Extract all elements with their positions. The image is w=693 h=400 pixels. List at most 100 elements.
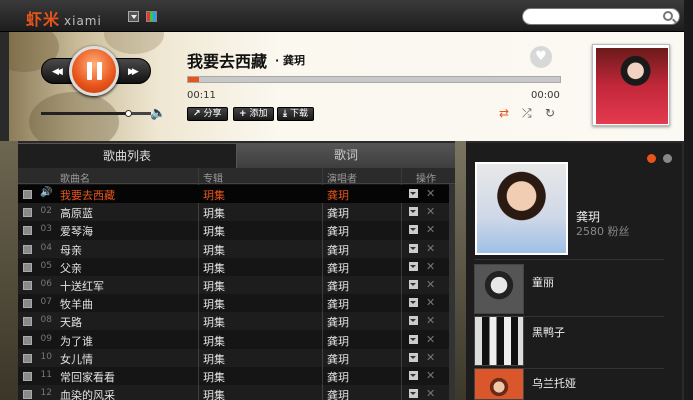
row-checkbox[interactable] <box>23 244 32 254</box>
page-dot[interactable] <box>663 154 672 163</box>
song-name[interactable]: 血染的风采 <box>60 387 115 400</box>
table-row[interactable]: 06 十送红军 玥集 龚玥 ✕ <box>18 276 455 294</box>
row-menu-icon[interactable] <box>409 225 418 235</box>
table-row[interactable]: 10 女儿情 玥集 龚玥 ✕ <box>18 349 455 367</box>
album-cover[interactable] <box>592 44 670 126</box>
search-input[interactable] <box>522 8 680 25</box>
song-album[interactable]: 玥集 <box>203 278 225 294</box>
row-checkbox[interactable] <box>23 335 32 345</box>
song-artist[interactable]: 龚玥 <box>327 296 349 312</box>
song-name[interactable]: 高原蓝 <box>60 205 93 221</box>
remove-icon[interactable]: ✕ <box>426 242 435 255</box>
volume-icon[interactable]: 🔈 <box>150 106 166 121</box>
song-artist[interactable]: 龚玥 <box>327 333 349 349</box>
page-dot-active[interactable] <box>647 154 656 163</box>
search-icon[interactable] <box>663 11 673 21</box>
similar-artist-name[interactable]: 乌兰托娅 <box>532 375 576 391</box>
remove-icon[interactable]: ✕ <box>426 333 435 346</box>
row-checkbox[interactable] <box>23 390 32 400</box>
remove-icon[interactable]: ✕ <box>426 187 435 200</box>
xiami-logo[interactable]: 虾米 xiami <box>26 6 102 30</box>
menu-dropdown-icon[interactable] <box>128 11 139 22</box>
row-menu-icon[interactable] <box>409 371 418 380</box>
single-loop-icon[interactable]: ↻ <box>545 106 555 120</box>
song-artist[interactable]: 龚玥 <box>327 260 349 276</box>
remove-icon[interactable]: ✕ <box>426 260 435 273</box>
song-name[interactable]: 女儿情 <box>60 351 93 367</box>
song-name[interactable]: 常回家看看 <box>60 369 115 385</box>
song-album[interactable]: 玥集 <box>203 205 225 221</box>
table-row[interactable]: 09 为了谁 玥集 龚玥 ✕ <box>18 331 455 349</box>
remove-icon[interactable]: ✕ <box>426 369 435 382</box>
row-menu-icon[interactable] <box>409 280 418 289</box>
heart-icon[interactable]: ♥ <box>530 46 552 68</box>
share-button[interactable]: ↗ 分享 <box>187 107 228 121</box>
col-artist[interactable]: 演唱者 <box>327 170 357 185</box>
row-menu-icon[interactable] <box>409 389 418 399</box>
similar-artist-photo[interactable] <box>474 368 524 400</box>
table-row[interactable]: 04 母亲 玥集 龚玥 ✕ <box>18 240 455 258</box>
song-album[interactable]: 玥集 <box>203 387 225 400</box>
col-album[interactable]: 专辑 <box>203 170 223 185</box>
song-album[interactable]: 玥集 <box>203 296 225 312</box>
remove-icon[interactable]: ✕ <box>426 223 435 236</box>
pause-button[interactable] <box>69 46 119 96</box>
song-album[interactable]: 玥集 <box>203 223 225 239</box>
table-row[interactable]: 12 血染的风采 玥集 龚玥 ✕ <box>18 385 455 400</box>
volume-slider[interactable] <box>41 110 151 117</box>
table-row[interactable]: 02 高原蓝 玥集 龚玥 ✕ <box>18 203 455 221</box>
song-artist[interactable]: 龚玥 <box>327 351 349 367</box>
table-row[interactable]: 03 爱琴海 玥集 龚玥 ✕ <box>18 221 455 239</box>
table-row[interactable]: 07 牧羊曲 玥集 龚玥 ✕ <box>18 294 455 312</box>
row-menu-icon[interactable] <box>409 334 418 344</box>
table-row[interactable]: 05 父亲 玥集 龚玥 ✕ <box>18 258 455 276</box>
song-artist[interactable]: 龚玥 <box>327 369 349 385</box>
skin-palette-icon[interactable] <box>146 11 157 22</box>
row-menu-icon[interactable] <box>409 298 418 308</box>
similar-artist-name[interactable]: 童丽 <box>532 274 554 290</box>
row-checkbox[interactable] <box>23 281 32 290</box>
song-album[interactable]: 玥集 <box>203 351 225 367</box>
row-checkbox[interactable] <box>23 353 32 363</box>
song-album[interactable]: 玥集 <box>203 187 225 203</box>
col-name[interactable]: 歌曲名 <box>60 170 90 185</box>
table-row[interactable]: 🔊 我要去西藏 玥集 龚玥 ✕ <box>18 185 455 203</box>
remove-icon[interactable]: ✕ <box>426 296 435 309</box>
row-checkbox[interactable] <box>23 190 32 199</box>
remove-icon[interactable]: ✕ <box>426 351 435 364</box>
row-menu-icon[interactable] <box>409 261 418 271</box>
row-menu-icon[interactable] <box>409 207 418 217</box>
row-menu-icon[interactable] <box>409 316 418 326</box>
row-checkbox[interactable] <box>23 299 32 309</box>
progress-bar[interactable] <box>187 76 561 83</box>
song-name[interactable]: 母亲 <box>60 242 82 258</box>
song-artist[interactable]: 龚玥 <box>327 223 349 239</box>
artist-photo[interactable] <box>475 162 568 255</box>
song-artist[interactable]: · 龚玥 <box>275 52 305 68</box>
row-menu-icon[interactable] <box>409 243 418 253</box>
row-checkbox[interactable] <box>23 226 32 236</box>
song-artist[interactable]: 龚玥 <box>327 242 349 258</box>
song-name[interactable]: 十送红军 <box>60 278 104 294</box>
remove-icon[interactable]: ✕ <box>426 278 435 291</box>
shuffle-icon[interactable]: ⤮ <box>522 106 532 121</box>
table-row[interactable]: 11 常回家看看 玥集 龚玥 ✕ <box>18 367 455 385</box>
remove-icon[interactable]: ✕ <box>426 314 435 327</box>
song-name[interactable]: 爱琴海 <box>60 223 93 239</box>
song-name[interactable]: 我要去西藏 <box>60 187 115 203</box>
row-checkbox[interactable] <box>23 208 32 218</box>
row-checkbox[interactable] <box>23 372 32 381</box>
song-album[interactable]: 玥集 <box>203 314 225 330</box>
volume-knob[interactable] <box>125 110 132 117</box>
song-name[interactable]: 牧羊曲 <box>60 296 93 312</box>
song-artist[interactable]: 龚玥 <box>327 205 349 221</box>
song-album[interactable]: 玥集 <box>203 333 225 349</box>
song-name[interactable]: 父亲 <box>60 260 82 276</box>
remove-icon[interactable]: ✕ <box>426 205 435 218</box>
row-menu-icon[interactable] <box>409 189 418 198</box>
song-artist[interactable]: 龚玥 <box>327 187 349 203</box>
table-row[interactable]: 08 天路 玥集 龚玥 ✕ <box>18 312 455 330</box>
download-button[interactable]: ⤓ 下载 <box>277 107 314 121</box>
repeat-icon[interactable]: ⇄ <box>499 106 509 120</box>
song-album[interactable]: 玥集 <box>203 260 225 276</box>
